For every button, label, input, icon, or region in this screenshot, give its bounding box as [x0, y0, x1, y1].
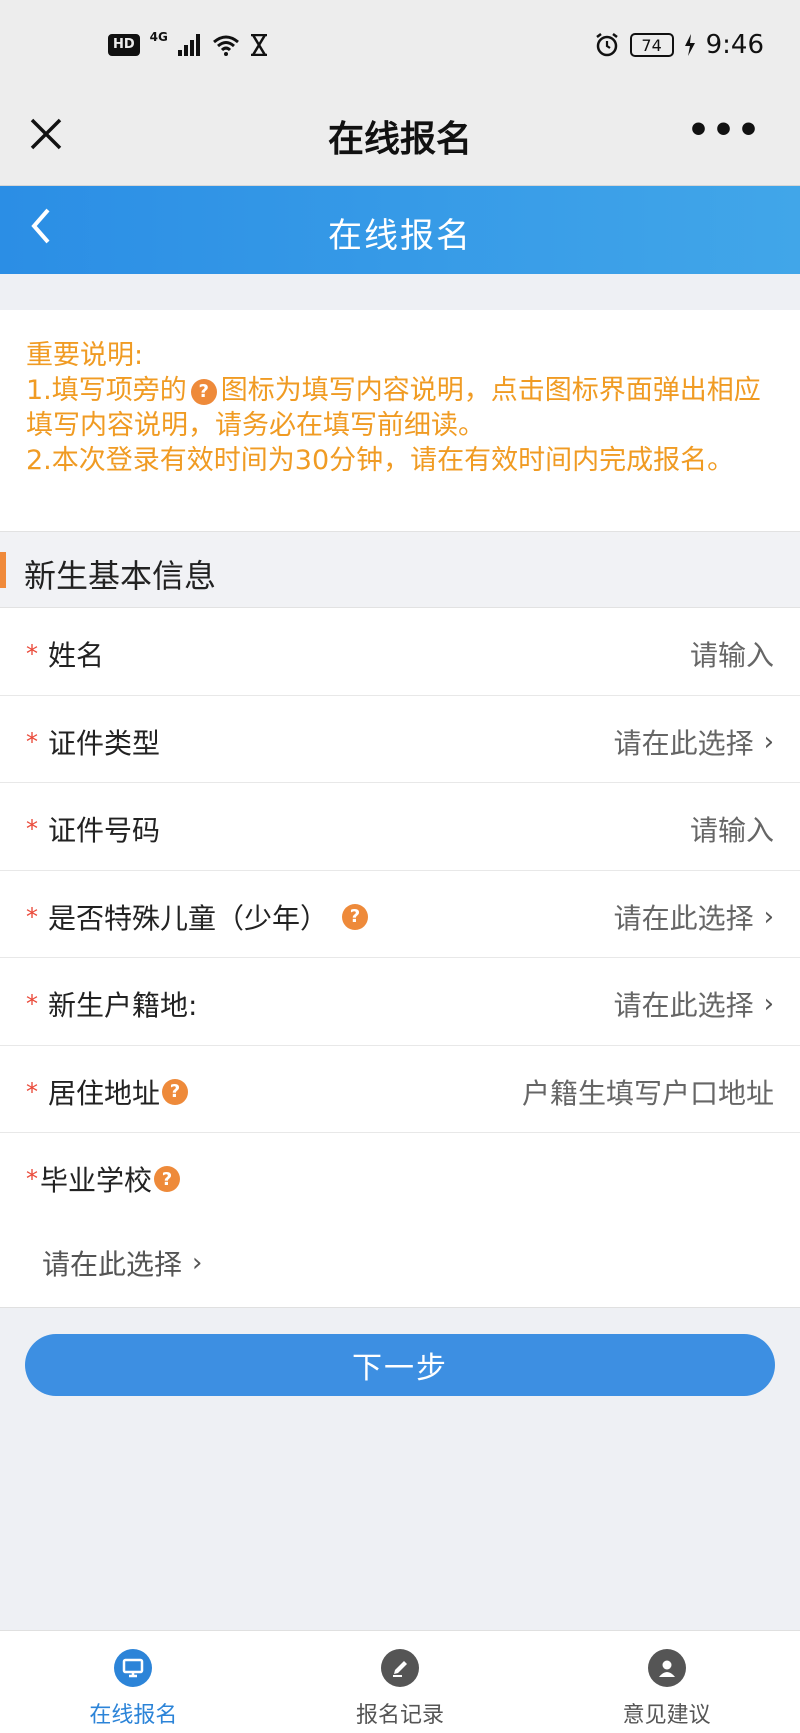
signal-icon	[177, 34, 200, 56]
field-label: 新生户籍地:	[48, 989, 198, 1022]
section-header: 新生基本信息	[0, 532, 800, 608]
notice-heading: 重要说明:	[26, 340, 144, 371]
more-menu-button[interactable]: •••	[687, 110, 762, 151]
id-type-select[interactable]: 请在此选择 ›	[614, 722, 774, 762]
field-household-registration[interactable]: * 新生户籍地: 请在此选择 ›	[0, 958, 800, 1046]
field-label: 证件号码	[48, 814, 161, 847]
network-label: 4G	[149, 30, 168, 44]
field-label: 居住地址	[48, 1076, 161, 1110]
nav-label: 意见建议	[622, 1703, 711, 1728]
status-bar: HD 4G 74 9:46	[0, 0, 800, 96]
field-id-number[interactable]: * 证件号码 请输入	[0, 783, 800, 871]
residence-address-input[interactable]: 户籍生填写户口地址	[522, 1072, 774, 1112]
nav-item-registration-records[interactable]: 报名记录	[267, 1631, 534, 1733]
required-mark: *	[26, 1077, 38, 1106]
help-icon[interactable]: ?	[190, 378, 217, 405]
field-graduated-school[interactable]: * 毕业学校? 请在此选择 ›	[0, 1133, 800, 1308]
alarm-icon	[595, 33, 618, 57]
hd-badge: HD	[108, 34, 140, 56]
nav-item-online-registration[interactable]: 在线报名	[0, 1631, 267, 1733]
field-name[interactable]: * 姓名 请输入	[0, 608, 800, 696]
nav-item-feedback[interactable]: 意见建议	[533, 1631, 800, 1733]
graduated-school-select[interactable]: 请在此选择 ›	[42, 1243, 202, 1283]
chevron-right-icon: ›	[192, 1248, 203, 1278]
required-mark: *	[26, 990, 38, 1018]
required-mark: *	[26, 902, 38, 931]
required-mark: *	[26, 815, 38, 843]
chevron-right-icon: ›	[763, 901, 774, 932]
browser-header: 在线报名 •••	[0, 96, 800, 186]
chevron-right-icon: ›	[763, 989, 774, 1019]
battery-indicator: 74	[629, 33, 674, 57]
notice-line-1: 1.填写项旁的? 图标为填写内容说明，点击图标界面弹出相应填写内容说明，请务必在填…	[26, 375, 761, 441]
monitor-icon	[114, 1649, 153, 1687]
nav-label: 报名记录	[356, 1703, 445, 1728]
page-title: 在线报名	[328, 216, 472, 256]
app-header: 在线报名	[0, 186, 800, 274]
chevron-right-icon: ›	[763, 726, 774, 757]
section-accent-bar	[0, 552, 6, 588]
status-left: HD 4G	[108, 30, 268, 56]
required-mark: *	[26, 1165, 38, 1193]
name-input[interactable]: 请输入	[690, 634, 774, 674]
field-residence-address[interactable]: * 居住地址? 户籍生填写户口地址	[0, 1046, 800, 1133]
registration-form: * 姓名 请输入 * 证件类型 请在此选择 › * 证件号码 请输入 * 是否特殊儿童（少…	[0, 608, 800, 1308]
bottom-nav: 在线报名 报名记录 意见建议	[0, 1630, 800, 1733]
field-label: 证件类型	[48, 726, 161, 760]
special-child-select[interactable]: 请在此选择 ›	[614, 897, 774, 937]
charging-icon	[684, 34, 695, 56]
pencil-icon	[381, 1649, 419, 1687]
household-registration-select[interactable]: 请在此选择 ›	[614, 984, 774, 1024]
help-icon[interactable]: ?	[162, 1078, 189, 1105]
required-mark: *	[26, 727, 38, 756]
field-id-type[interactable]: * 证件类型 请在此选择 ›	[0, 696, 800, 783]
next-step-button[interactable]: 下一步	[25, 1334, 775, 1396]
help-icon[interactable]: ?	[342, 903, 369, 930]
help-icon[interactable]: ?	[154, 1166, 181, 1192]
nav-label: 在线报名	[89, 1703, 178, 1728]
user-icon	[647, 1649, 686, 1687]
field-label: 毕业学校	[40, 1164, 153, 1197]
clock: 9:46	[705, 30, 764, 60]
required-mark: *	[26, 640, 38, 668]
status-right: 74 9:46	[594, 30, 764, 60]
field-label: 姓名	[48, 639, 105, 672]
hourglass-icon	[250, 34, 267, 56]
field-label: 是否特殊儿童（少年）	[48, 901, 329, 935]
section-title: 新生基本信息	[24, 557, 217, 595]
field-special-child[interactable]: * 是否特殊儿童（少年）? 请在此选择 ›	[0, 871, 800, 958]
important-notice: 重要说明: 1.填写项旁的? 图标为填写内容说明，点击图标界面弹出相应填写内容说明…	[0, 310, 800, 532]
notice-line-2: 2.本次登录有效时间为30分钟，请在有效时间内完成报名。	[26, 445, 735, 476]
wifi-icon	[212, 35, 239, 56]
id-number-input[interactable]: 请输入	[690, 809, 774, 849]
browser-title: 在线报名	[327, 119, 472, 160]
